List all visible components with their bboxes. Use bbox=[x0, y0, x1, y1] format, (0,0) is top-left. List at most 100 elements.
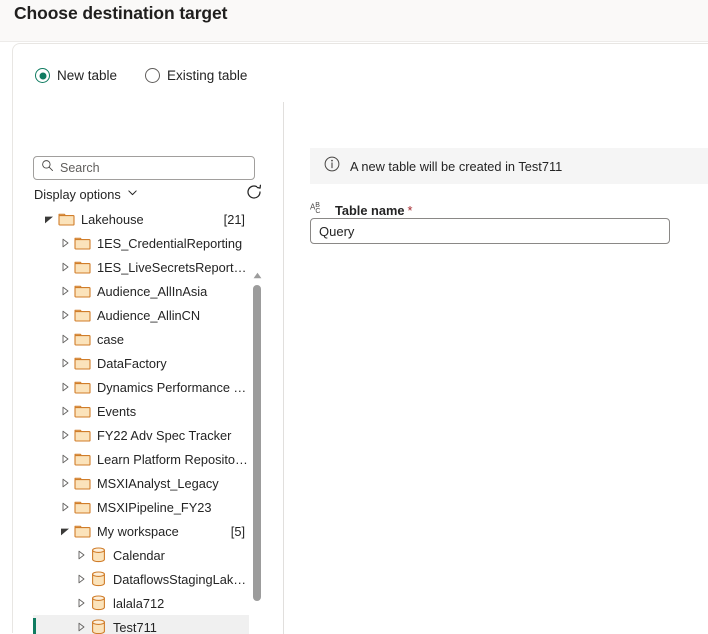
tree-item-label: FY22 Adv Spec Tracker bbox=[97, 428, 249, 443]
chevron-expanded-icon[interactable] bbox=[41, 211, 57, 227]
chevron-collapsed-icon[interactable] bbox=[57, 403, 73, 419]
info-bar: A new table will be created in Test711 bbox=[310, 148, 708, 184]
radio-option-new-table[interactable]: New table bbox=[35, 68, 117, 83]
table-name-label: Table name bbox=[335, 203, 404, 218]
tree-item-label: 1ES_CredentialReporting bbox=[97, 236, 249, 251]
info-bar-text: A new table will be created in Test711 bbox=[350, 159, 562, 174]
tree-item-lalala712[interactable]: lalala712 bbox=[33, 591, 249, 615]
chevron-expanded-icon[interactable] bbox=[57, 523, 73, 539]
radio-label-existing-table: Existing table bbox=[167, 68, 247, 83]
svg-text:C: C bbox=[315, 208, 320, 215]
info-icon bbox=[324, 156, 340, 177]
folder-icon bbox=[73, 283, 91, 299]
tree-item-label: Events bbox=[97, 404, 249, 419]
tree-scrollbar[interactable] bbox=[251, 269, 263, 617]
chevron-collapsed-icon[interactable] bbox=[57, 307, 73, 323]
tree-item-count: [21] bbox=[224, 212, 245, 227]
folder-icon bbox=[73, 403, 91, 419]
tree-item-label: Calendar bbox=[113, 548, 249, 563]
folder-icon bbox=[73, 331, 91, 347]
pane-divider bbox=[283, 102, 284, 634]
destination-type-radio-group: New table Existing table bbox=[35, 68, 247, 83]
content-card: New table Existing table Display options bbox=[12, 43, 708, 633]
folder-icon bbox=[73, 499, 91, 515]
tree-item-label: Test711 bbox=[113, 620, 249, 634]
refresh-button[interactable] bbox=[244, 182, 264, 202]
tree-item-label: MSXIPipeline_FY23 bbox=[97, 500, 249, 515]
tree-item-case[interactable]: case bbox=[33, 327, 249, 351]
tree-item-label: lalala712 bbox=[113, 596, 249, 611]
tree-item-msxianalyst-legacy[interactable]: MSXIAnalyst_Legacy bbox=[33, 471, 249, 495]
tree-item-audience-allincn[interactable]: Audience_AllinCN bbox=[33, 303, 249, 327]
right-pane: A new table will be created in Test711 A… bbox=[296, 99, 708, 634]
radio-selected-icon[interactable] bbox=[35, 68, 50, 83]
tree-item-test711[interactable]: Test711 bbox=[33, 615, 249, 634]
folder-icon bbox=[57, 211, 75, 227]
tree-item-datafactory[interactable]: DataFactory bbox=[33, 351, 249, 375]
tree-item-label: Audience_AllInAsia bbox=[97, 284, 249, 299]
lakehouse-icon bbox=[89, 547, 107, 563]
chevron-collapsed-icon[interactable] bbox=[73, 547, 89, 563]
chevron-collapsed-icon[interactable] bbox=[57, 379, 73, 395]
tree-item-label: MSXIAnalyst_Legacy bbox=[97, 476, 249, 491]
lakehouse-icon bbox=[89, 571, 107, 587]
tree-item-learn-platform-repositor[interactable]: Learn Platform Repositor… bbox=[33, 447, 249, 471]
chevron-collapsed-icon[interactable] bbox=[57, 499, 73, 515]
search-input[interactable] bbox=[60, 161, 247, 175]
tree-item-label: DataFactory bbox=[97, 356, 249, 371]
display-options-button[interactable]: Display options bbox=[34, 185, 138, 203]
chevron-collapsed-icon[interactable] bbox=[57, 283, 73, 299]
radio-label-new-table: New table bbox=[57, 68, 117, 83]
tree-item-calendar[interactable]: Calendar bbox=[33, 543, 249, 567]
tree-item-label: case bbox=[97, 332, 249, 347]
lakehouse-icon bbox=[89, 619, 107, 634]
required-asterisk: * bbox=[407, 203, 412, 218]
folder-icon bbox=[73, 259, 91, 275]
chevron-collapsed-icon[interactable] bbox=[57, 427, 73, 443]
chevron-collapsed-icon[interactable] bbox=[57, 331, 73, 347]
folder-icon bbox=[73, 355, 91, 371]
chevron-collapsed-icon[interactable] bbox=[57, 475, 73, 491]
radio-unselected-icon[interactable] bbox=[145, 68, 160, 83]
folder-icon bbox=[73, 427, 91, 443]
tree-item-label: Dynamics Performance T… bbox=[97, 380, 249, 395]
tree-item-label: 1ES_LiveSecretsReporting bbox=[97, 260, 249, 275]
tree-item-1es-livesecretsreporting[interactable]: 1ES_LiveSecretsReporting bbox=[33, 255, 249, 279]
page-title: Choose destination target bbox=[14, 3, 227, 24]
folder-icon bbox=[73, 523, 91, 539]
tree-item-label: My workspace bbox=[97, 524, 225, 539]
left-pane: Display options Lakehouse [21] 1ES_Credent… bbox=[13, 99, 283, 634]
folder-icon bbox=[73, 379, 91, 395]
tree-item-1es-credentialreporting[interactable]: 1ES_CredentialReporting bbox=[33, 231, 249, 255]
tree-item-my-workspace[interactable]: My workspace [5] bbox=[33, 519, 249, 543]
scroll-up-arrow-icon[interactable] bbox=[251, 269, 263, 281]
tree-item-audience-allinasia[interactable]: Audience_AllInAsia bbox=[33, 279, 249, 303]
table-name-input[interactable] bbox=[310, 218, 670, 244]
chevron-collapsed-icon[interactable] bbox=[57, 355, 73, 371]
tree-item-msxipipeline-fy23[interactable]: MSXIPipeline_FY23 bbox=[33, 495, 249, 519]
tree-item-events[interactable]: Events bbox=[33, 399, 249, 423]
tree-item-count: [5] bbox=[231, 524, 245, 539]
tree-item-label: DataflowsStagingLake… bbox=[113, 572, 249, 587]
display-options-label: Display options bbox=[34, 187, 121, 202]
search-box[interactable] bbox=[33, 156, 255, 180]
tree-item-fy22-adv-spec-tracker[interactable]: FY22 Adv Spec Tracker bbox=[33, 423, 249, 447]
scroll-thumb[interactable] bbox=[253, 285, 261, 601]
lakehouse-icon bbox=[89, 595, 107, 611]
folder-icon bbox=[73, 307, 91, 323]
tree-item-dataflowsstaginglake[interactable]: DataflowsStagingLake… bbox=[33, 567, 249, 591]
tree-item-label: Lakehouse bbox=[81, 212, 218, 227]
chevron-collapsed-icon[interactable] bbox=[57, 235, 73, 251]
chevron-collapsed-icon[interactable] bbox=[57, 259, 73, 275]
chevron-collapsed-icon[interactable] bbox=[57, 451, 73, 467]
folder-icon bbox=[73, 451, 91, 467]
radio-option-existing-table[interactable]: Existing table bbox=[145, 68, 247, 83]
dialog-header: Choose destination target bbox=[0, 0, 708, 42]
tree-view[interactable]: Lakehouse [21] 1ES_CredentialReporting 1ES_… bbox=[33, 207, 262, 634]
tree-item-dynamics-performance-t[interactable]: Dynamics Performance T… bbox=[33, 375, 249, 399]
search-icon bbox=[41, 159, 54, 177]
chevron-collapsed-icon[interactable] bbox=[73, 571, 89, 587]
tree-item-lakehouse[interactable]: Lakehouse [21] bbox=[33, 207, 249, 231]
chevron-collapsed-icon[interactable] bbox=[73, 619, 89, 634]
chevron-collapsed-icon[interactable] bbox=[73, 595, 89, 611]
